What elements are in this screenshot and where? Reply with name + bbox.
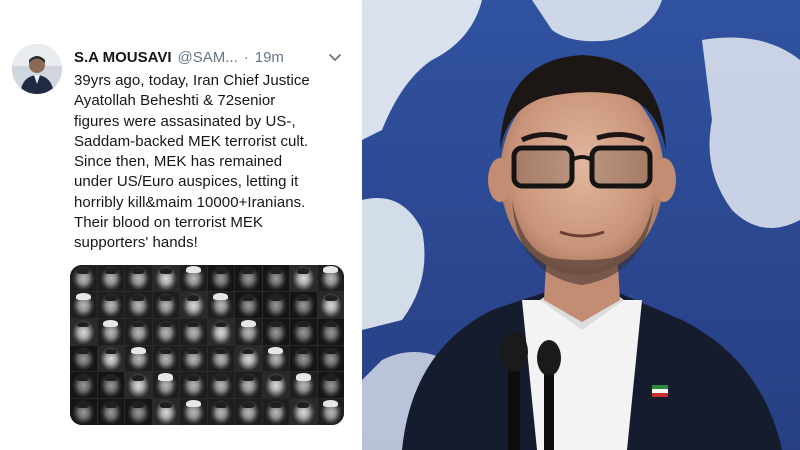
separator-dot: · <box>243 48 249 66</box>
portrait-thumbnail <box>262 399 289 425</box>
portrait-thumbnail <box>180 265 207 291</box>
photo-illustration <box>362 0 800 450</box>
portrait-thumbnail <box>235 372 262 399</box>
portrait-thumbnail <box>317 399 344 425</box>
portrait-thumbnail <box>290 265 317 291</box>
portrait-thumbnail <box>317 372 344 399</box>
portrait-thumbnail <box>125 345 152 372</box>
portrait-thumbnail <box>152 318 179 345</box>
portrait-thumbnail <box>70 291 97 318</box>
portrait-thumbnail <box>207 345 234 372</box>
portrait-thumbnail <box>290 318 317 345</box>
portrait-thumbnail <box>97 291 124 318</box>
portrait-thumbnail <box>97 399 124 425</box>
portrait-thumbnail <box>152 265 179 291</box>
speaker-photo <box>362 0 800 450</box>
tweet-line: 39yrs ago, today, Iran Chief Justice <box>74 72 310 89</box>
portrait-thumbnail <box>152 345 179 372</box>
tweet-header: S.A MOUSAVI @SAM... · 19m <box>74 45 354 69</box>
tweet-media-portrait-grid[interactable] <box>70 265 344 425</box>
portrait-thumbnail <box>125 399 152 425</box>
portrait-thumbnail <box>125 318 152 345</box>
portrait-thumbnail <box>152 399 179 425</box>
portrait-thumbnail <box>207 318 234 345</box>
portrait-thumbnail <box>70 345 97 372</box>
tweet-line: under US/Euro auspices, letting it <box>74 173 299 191</box>
portrait-thumbnail <box>70 318 97 345</box>
portrait-thumbnail <box>235 265 262 291</box>
portrait-thumbnail <box>290 345 317 372</box>
portrait-thumbnail <box>290 399 317 425</box>
portrait-thumbnail <box>70 265 97 291</box>
portrait-thumbnail <box>262 372 289 399</box>
portrait-thumbnail <box>317 345 344 372</box>
tweet-panel: S.A MOUSAVI @SAM... · 19m 39yrs ago, tod… <box>0 0 362 450</box>
portrait-thumbnail <box>152 291 179 318</box>
tweet-line: Saddam-backed MEK terrorist cult. <box>74 132 309 150</box>
portrait-thumbnail <box>97 265 124 291</box>
portrait-thumbnail <box>290 291 317 318</box>
portrait-thumbnail <box>70 372 97 399</box>
portrait-thumbnail <box>180 372 207 399</box>
portrait-thumbnail <box>180 399 207 425</box>
portrait-thumbnail <box>70 399 97 425</box>
portrait-thumbnail <box>262 265 289 291</box>
portrait-thumbnail <box>180 318 207 345</box>
tweet-line: figures were assasinated by US-, <box>74 112 296 130</box>
portrait-thumbnail <box>317 291 344 318</box>
portrait-thumbnail <box>180 291 207 318</box>
portrait-thumbnail <box>125 265 152 291</box>
tweet-timestamp[interactable]: 19m <box>255 49 284 66</box>
tweet-line: Since then, MEK has remained <box>74 153 283 171</box>
tweet-text: 39yrs ago, today, Iran Chief Justice Aya… <box>74 71 358 254</box>
portrait-thumbnail <box>97 345 124 372</box>
portrait-thumbnail <box>317 265 344 291</box>
tweet-line: horribly kill&maim 10000+Iranians. <box>74 193 306 211</box>
portrait-thumbnail <box>235 345 262 372</box>
portrait-thumbnail <box>97 318 124 345</box>
portrait-thumbnail <box>125 291 152 318</box>
chevron-down-icon[interactable] <box>326 48 344 66</box>
portrait-thumbnail <box>152 372 179 399</box>
portrait-thumbnail <box>235 318 262 345</box>
tweet-line: Their blood on terrorist MEK <box>74 214 263 232</box>
portrait-thumbnail <box>180 345 207 372</box>
tweet-line: supporters' hands! <box>74 234 198 252</box>
portrait-thumbnail <box>235 291 262 318</box>
portrait-thumbnail <box>262 318 289 345</box>
portrait-thumbnail <box>262 345 289 372</box>
portrait-thumbnail <box>207 291 234 318</box>
portrait-thumbnail <box>207 372 234 399</box>
portrait-thumbnail <box>262 291 289 318</box>
portrait-thumbnail <box>207 399 234 425</box>
avatar-image <box>12 44 62 94</box>
user-handle[interactable]: @SAM... <box>178 49 238 66</box>
portrait-thumbnail <box>235 399 262 425</box>
portrait-thumbnail <box>125 372 152 399</box>
portrait-thumbnail <box>97 372 124 399</box>
portrait-thumbnail <box>207 265 234 291</box>
tweet-line: Ayatollah Beheshti & 72senior <box>74 92 276 110</box>
portrait-thumbnail <box>290 372 317 399</box>
portrait-thumbnail <box>317 318 344 345</box>
avatar[interactable] <box>12 44 62 94</box>
display-name[interactable]: S.A MOUSAVI <box>74 49 172 66</box>
